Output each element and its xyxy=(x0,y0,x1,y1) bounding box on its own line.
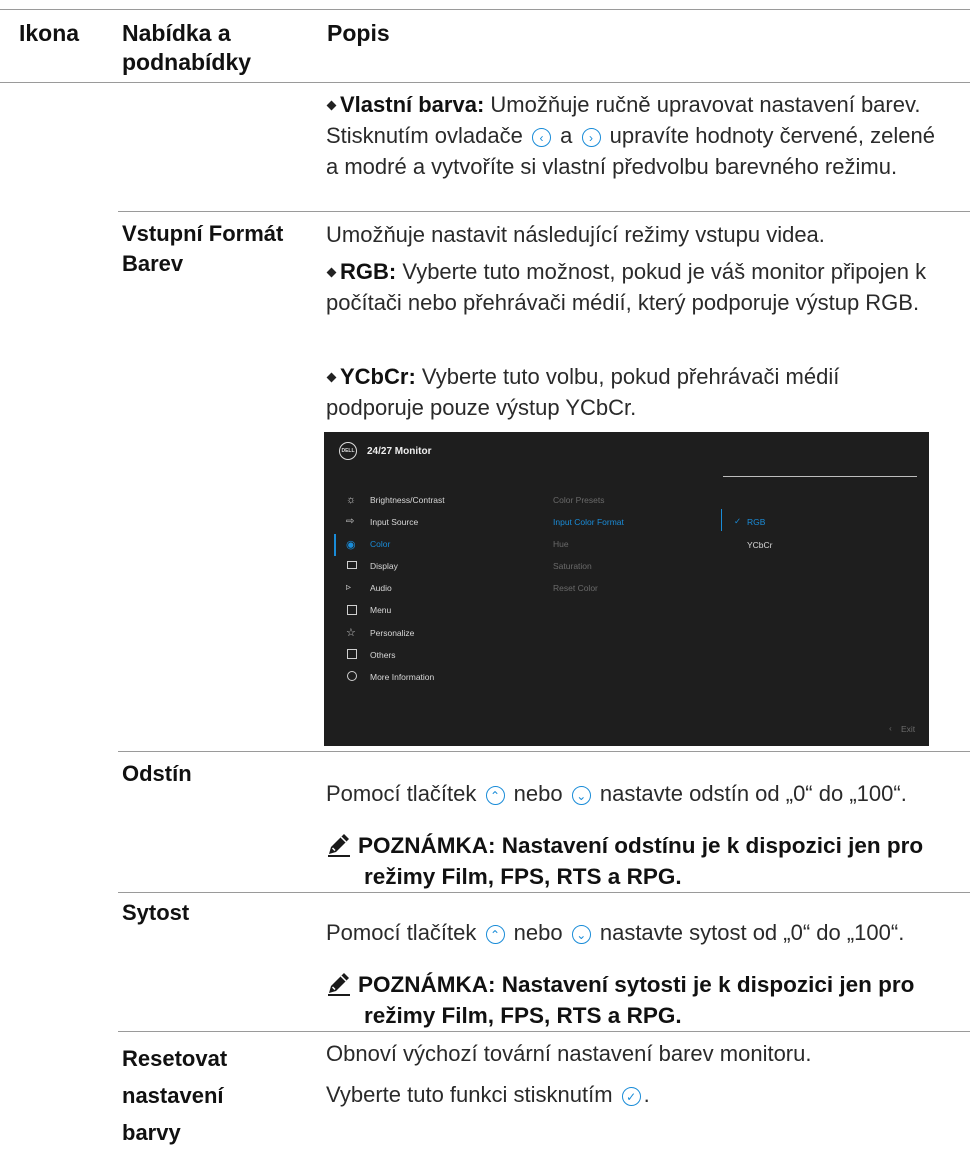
osd-submenu-item[interactable]: Color Presets xyxy=(553,495,605,505)
saturation-note: POZNÁMKA: Nastavení sytosti je k dispozi… xyxy=(326,969,956,1031)
info-icon xyxy=(347,671,357,681)
pencil-note-icon xyxy=(328,973,350,996)
input-source-icon: ⇨ xyxy=(346,516,355,527)
display-icon xyxy=(347,561,357,569)
osd-menu-item[interactable]: Audio xyxy=(370,583,392,593)
osd-submenu-item-selected[interactable]: Input Color Format xyxy=(553,517,624,527)
header-bottom-rule xyxy=(0,82,970,83)
checkmark-icon: ✓ xyxy=(734,516,742,526)
chevron-left-icon: ‹ xyxy=(532,127,551,147)
osd-submenu-item[interactable]: Reset Color xyxy=(553,583,598,593)
row-divider xyxy=(118,751,970,752)
chevron-down-icon: ⌄ xyxy=(571,785,591,805)
osd-option-rgb[interactable]: RGB xyxy=(747,517,765,527)
bullet-icon xyxy=(326,267,337,278)
chevron-up-icon: ⌃ xyxy=(485,785,505,805)
row-divider xyxy=(118,892,970,893)
osd-selection-bar xyxy=(334,534,336,556)
osd-menu-item-selected[interactable]: Color xyxy=(370,539,390,549)
chevron-right-icon: › xyxy=(581,127,601,147)
palette-icon: ◉ xyxy=(346,539,356,551)
header-description: Popis xyxy=(327,20,390,46)
reset-color-text-2: Vyberte tuto funkci stisknutím ✓. xyxy=(326,1082,650,1107)
hue-note: POZNÁMKA: Nastavení odstínu je k dispozi… xyxy=(326,830,946,892)
osd-menu-screenshot: DELL 24/27 Monitor ☼ Brightness/Contrast… xyxy=(324,432,929,746)
osd-exit[interactable]: Exit xyxy=(901,724,915,734)
osd-menu-item[interactable]: Brightness/Contrast xyxy=(370,495,445,505)
osd-submenu-item[interactable]: Saturation xyxy=(553,561,592,571)
row-divider xyxy=(118,1031,970,1032)
osd-menu-item[interactable]: Others xyxy=(370,650,396,660)
back-chevron-icon: ‹ xyxy=(889,723,892,733)
osd-header-rule xyxy=(723,476,917,477)
osd-menu-item[interactable]: Personalize xyxy=(370,628,414,638)
hue-label: Odstín xyxy=(122,761,192,786)
rgb-description: RGB: Vyberte tuto možnost, pokud je váš … xyxy=(326,259,927,315)
osd-menu-item[interactable]: Display xyxy=(370,561,398,571)
row-divider xyxy=(118,211,970,212)
header-icon: Ikona xyxy=(19,20,80,46)
bullet-icon xyxy=(326,100,337,111)
reset-color-text-1: Obnoví výchozí tovární nastavení barev m… xyxy=(326,1041,812,1066)
osd-menu-item[interactable]: Input Source xyxy=(370,517,418,527)
bullet-icon xyxy=(326,372,337,383)
input-color-format-intro: Umožňuje nastavit následující režimy vst… xyxy=(326,222,825,247)
reset-color-label: Resetovat nastavení barvy xyxy=(122,1046,228,1145)
osd-option-bar xyxy=(721,509,722,531)
pencil-note-icon xyxy=(328,834,350,857)
custom-color-description: Vlastní barva: Umožňuje ručně upravovat … xyxy=(326,92,935,179)
chevron-down-icon: ⌄ xyxy=(571,924,591,944)
osd-menu-item[interactable]: Menu xyxy=(370,605,391,615)
speaker-icon: ▹ xyxy=(346,582,352,593)
saturation-description: Pomocí tlačítek ⌃ nebo ⌄ nastavte sytost… xyxy=(326,920,905,945)
check-circle-icon: ✓ xyxy=(621,1086,641,1106)
table-top-rule xyxy=(0,9,970,10)
star-icon: ☆ xyxy=(346,627,356,639)
osd-menu-item[interactable]: More Information xyxy=(370,672,434,682)
osd-submenu-item[interactable]: Hue xyxy=(553,539,569,549)
input-color-format-label: Vstupní Formát Barev xyxy=(122,221,284,276)
osd-title: 24/27 Monitor xyxy=(367,446,432,457)
hue-description: Pomocí tlačítek ⌃ nebo ⌄ nastavte odstín… xyxy=(326,781,907,806)
menu-icon xyxy=(347,605,357,615)
osd-option-ycbcr[interactable]: YCbCr xyxy=(747,540,773,550)
others-icon xyxy=(347,649,357,659)
dell-logo: DELL xyxy=(339,442,357,460)
chevron-up-icon: ⌃ xyxy=(485,924,505,944)
saturation-label: Sytost xyxy=(122,900,190,925)
header-menu: Nabídka a podnabídky xyxy=(122,20,252,75)
sun-icon: ☼ xyxy=(346,494,357,506)
ycbcr-description: YCbCr: Vyberte tuto volbu, pokud přehráv… xyxy=(326,364,840,420)
